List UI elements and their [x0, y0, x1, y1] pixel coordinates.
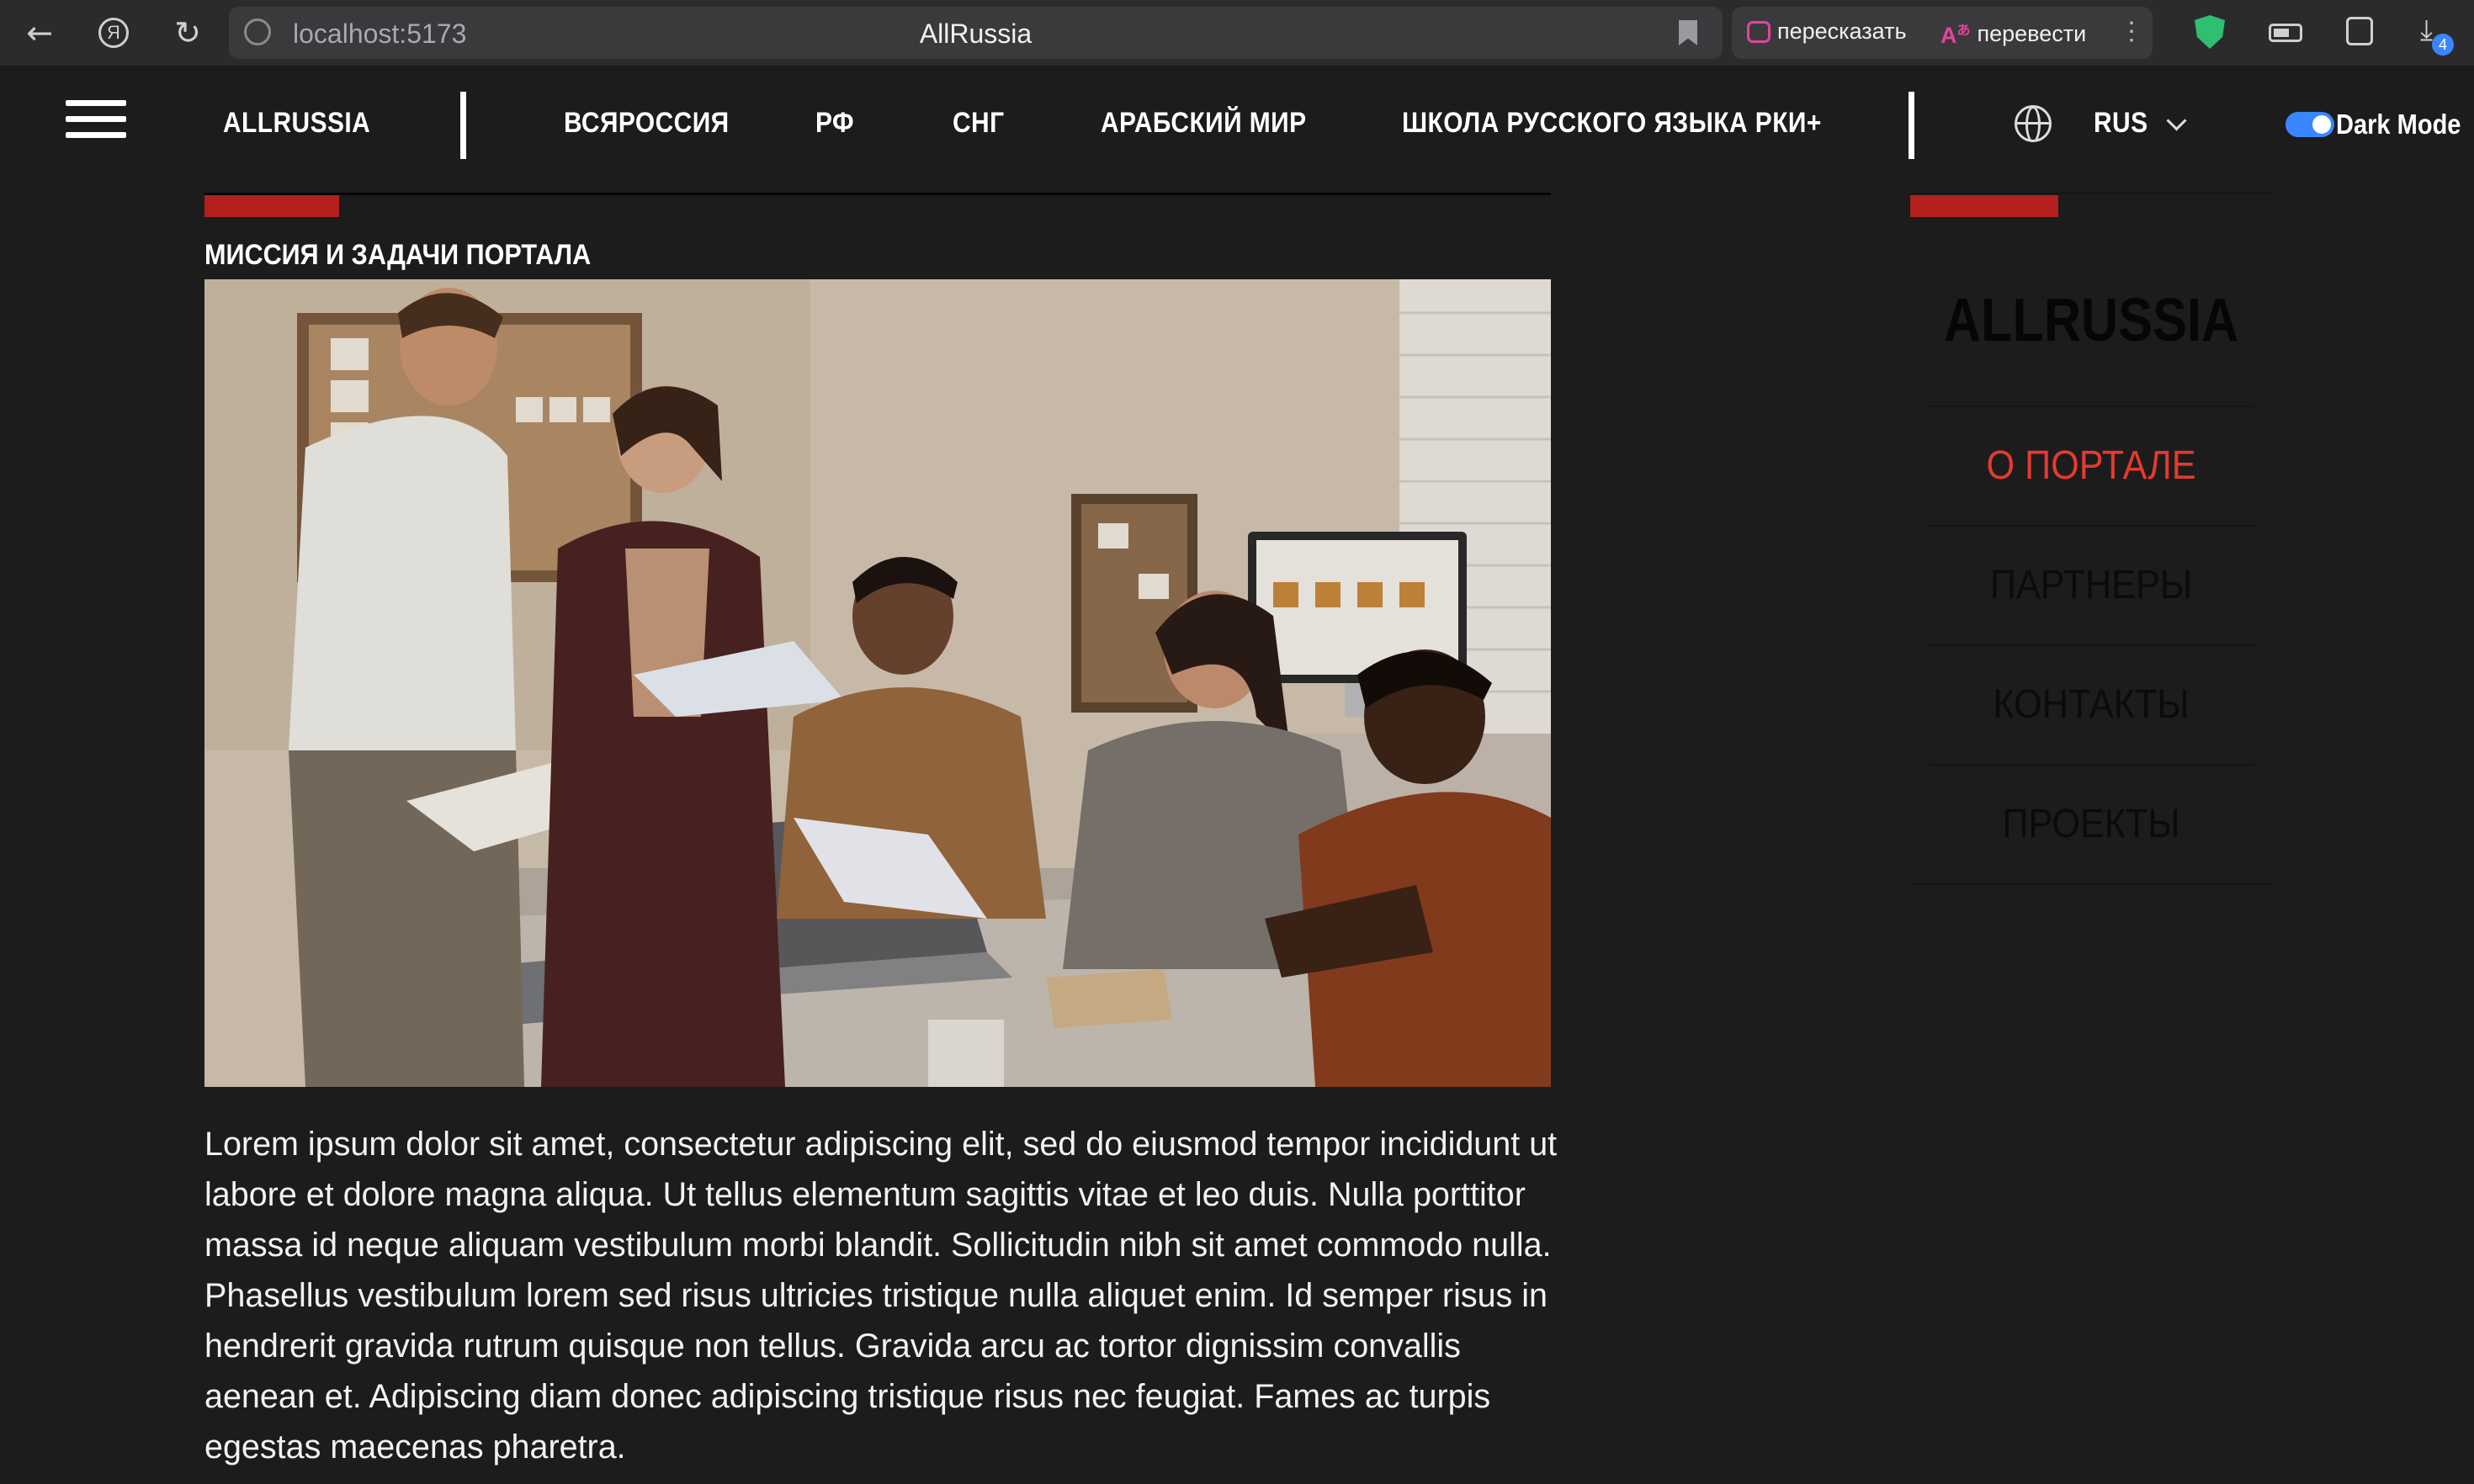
menu-icon[interactable]	[66, 100, 126, 139]
section-title: МИССИЯ И ЗАДАЧИ ПОРТАЛА	[204, 239, 592, 271]
tabs-icon[interactable]	[2346, 17, 2373, 45]
team-photo	[204, 279, 1551, 1087]
brand-link[interactable]: ALLRUSSIA	[223, 107, 370, 140]
retell-label: пересказать	[1777, 19, 1907, 44]
sidebar-rule	[1910, 883, 2272, 885]
yandex-icon[interactable]: Я	[93, 12, 135, 54]
globe-icon[interactable]	[2015, 105, 2052, 142]
sidebar-item-partners[interactable]: ПАРТНЕРЫ	[1928, 525, 2254, 644]
sidebar-item-projects[interactable]: ПРОЕКТЫ	[1928, 764, 2254, 883]
sidebar-item-contacts[interactable]: КОНТАКТЫ	[1928, 644, 2254, 764]
extension-group: пересказать Aあ перевести ⋮	[1732, 7, 2153, 59]
more-icon[interactable]: ⋮	[2119, 17, 2144, 46]
nav-item-rf[interactable]: РФ	[815, 107, 854, 140]
retell-icon	[1747, 20, 1771, 43]
translate-button[interactable]: Aあ перевести	[1940, 19, 2086, 49]
bookmark-icon[interactable]	[1679, 20, 1697, 45]
header-divider	[1909, 92, 1914, 159]
browser-toolbar: ← Я ↻ localhost:5173 AllRussia пересказа…	[0, 0, 2474, 66]
sidebar-item-about[interactable]: О ПОРТАЛЕ	[1928, 405, 2254, 525]
nav-item-rki-school[interactable]: ШКОЛА РУССКОГО ЯЗЫКА РКИ+	[1402, 107, 1822, 140]
translate-icon: Aあ	[1940, 23, 1971, 48]
url-text[interactable]: localhost:5173	[293, 19, 466, 50]
section-accent	[204, 195, 339, 217]
dark-mode-label: Dark Mode	[2336, 109, 2461, 140]
nav-item-sng[interactable]: СНГ	[953, 107, 1005, 140]
nav-item-arab-world[interactable]: АРАБСКИЙ МИР	[1101, 107, 1307, 140]
downloads-badge: 4	[2432, 34, 2454, 56]
address-bar[interactable]: localhost:5173 AllRussia	[229, 7, 1723, 59]
sidebar-rule	[1910, 193, 2272, 194]
chevron-down-icon[interactable]	[2166, 110, 2187, 131]
battery-icon[interactable]	[2269, 24, 2302, 42]
section-rule	[204, 193, 1551, 195]
site-header: ALLRUSSIA ВСЯРОССИЯ РФ СНГ АРАБСКИЙ МИР …	[0, 66, 2474, 193]
nav-item-vsyarossiya[interactable]: ВСЯРОССИЯ	[564, 107, 730, 140]
shield-icon[interactable]	[2195, 15, 2225, 49]
article-body: Lorem ipsum dolor sit amet, consectetur …	[204, 1126, 1558, 1465]
reload-icon[interactable]: ↻	[167, 12, 209, 54]
downloads-icon[interactable]: ⤓	[2420, 13, 2433, 47]
dark-mode-toggle[interactable]	[2286, 112, 2334, 137]
translate-label: перевести	[1977, 20, 2087, 46]
header-divider	[460, 92, 466, 159]
back-arrow-icon[interactable]: ←	[19, 12, 61, 54]
site-info-icon[interactable]	[244, 19, 271, 45]
sidebar-title: ALLRUSSIA	[1943, 287, 2239, 354]
team-photo-illustration	[204, 279, 1551, 1087]
sidebar-accent	[1910, 195, 2058, 217]
language-select[interactable]: RUS	[2094, 107, 2148, 140]
retell-button[interactable]: пересказать	[1747, 19, 1907, 45]
